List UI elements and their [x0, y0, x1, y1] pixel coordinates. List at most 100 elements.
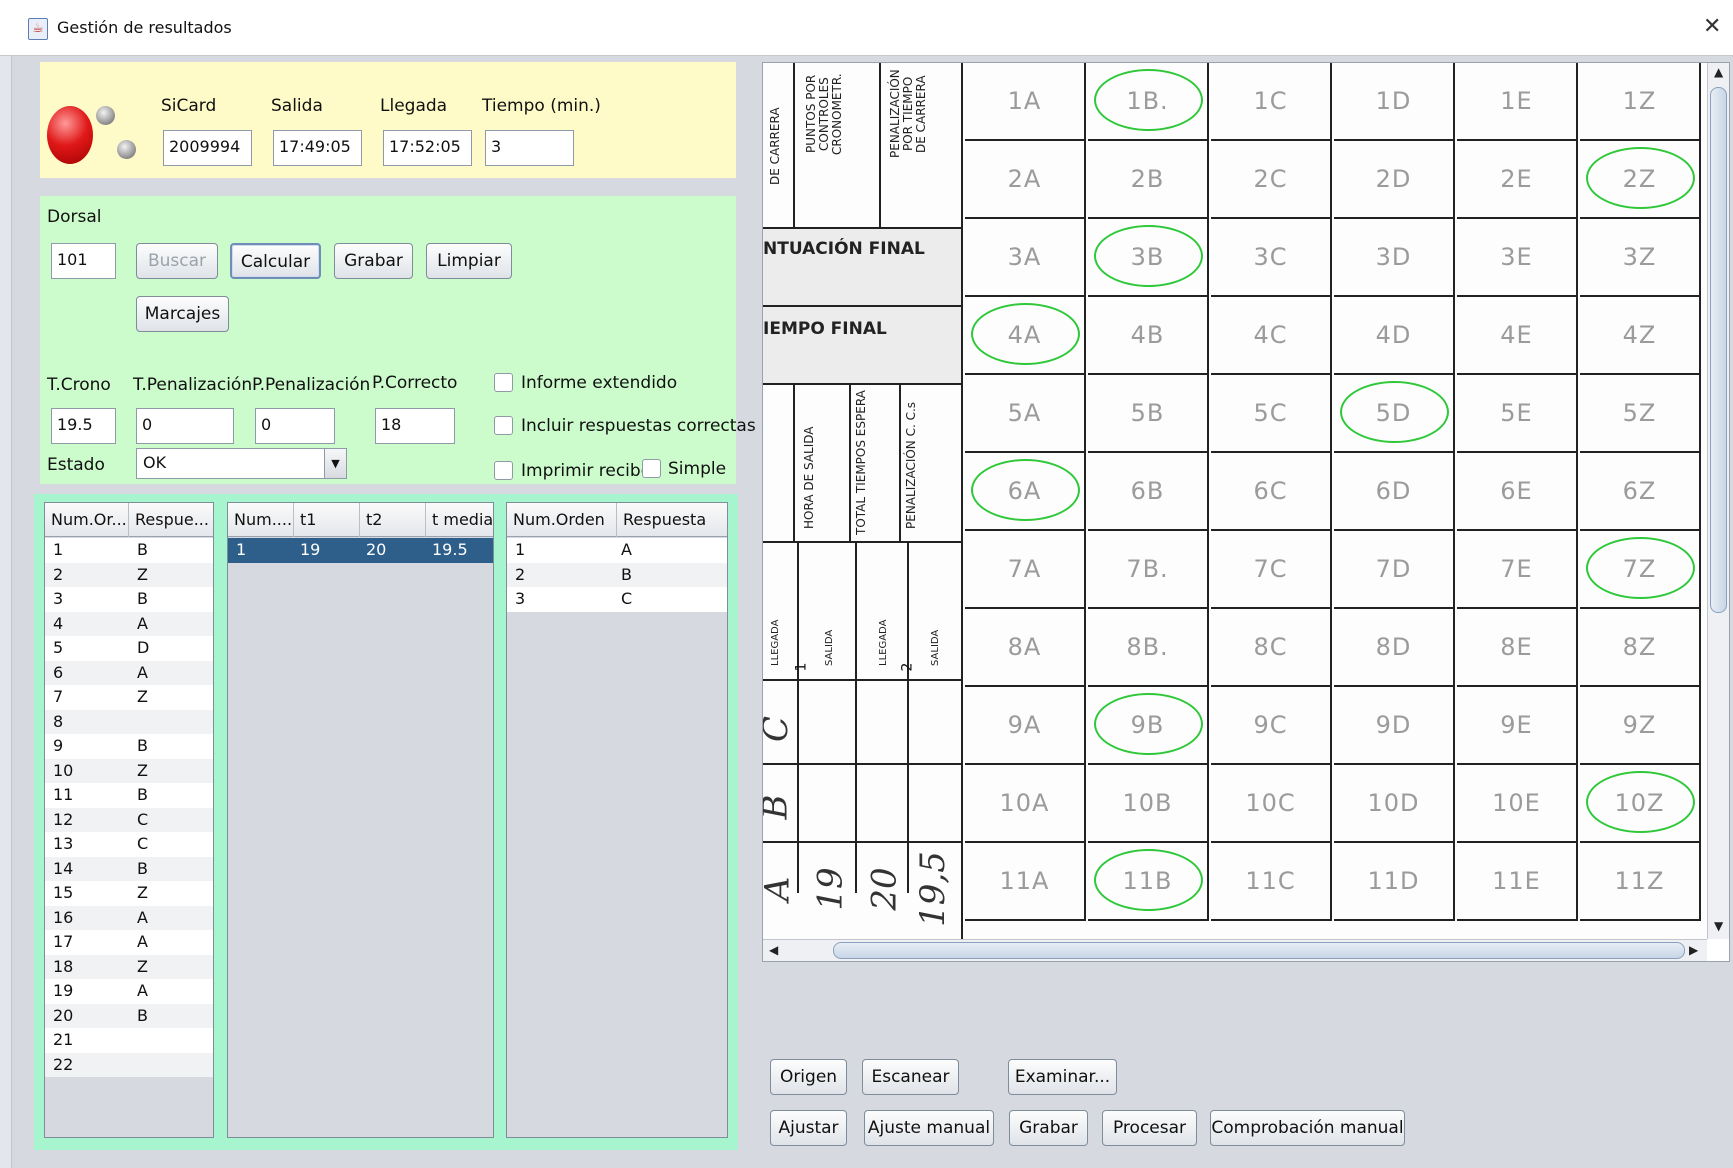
simple-checkbox[interactable] — [642, 459, 661, 478]
answer-cell: 9Z — [1580, 687, 1701, 765]
table-cell: A — [137, 981, 148, 1000]
table-row[interactable]: 11 B — [45, 783, 213, 808]
column-header[interactable]: t media — [426, 503, 493, 537]
vertical-scrollbar[interactable]: ▲ ▼ — [1707, 63, 1729, 939]
table-row[interactable]: 1 19 20 19.5 — [228, 538, 493, 563]
table-row[interactable]: 22 — [45, 1052, 213, 1077]
imprimir-checkbox[interactable] — [494, 461, 513, 480]
scroll-left-icon[interactable]: ◀ — [769, 943, 778, 957]
scroll-up-icon[interactable]: ▲ — [1714, 65, 1723, 79]
table-row[interactable]: 19 A — [45, 979, 213, 1004]
table-row[interactable]: 3B — [45, 587, 213, 612]
ajuste-manual-button[interactable]: Ajuste manual — [864, 1110, 994, 1146]
sheet-line — [793, 63, 795, 227]
table-cell: 13 — [53, 834, 74, 853]
answer-cell-label: 4D — [1375, 321, 1412, 349]
table-row[interactable]: 8 — [45, 709, 213, 734]
answer-cell-label: 2A — [1007, 165, 1042, 193]
table-row[interactable]: 15 Z — [45, 881, 213, 906]
scroll-right-icon[interactable]: ▶ — [1689, 943, 1698, 957]
table-row[interactable]: 18 Z — [45, 954, 213, 979]
table-row[interactable]: 17 A — [45, 930, 213, 955]
correct-answers-table-header: Num.Orden Respuesta — [507, 503, 727, 537]
tiempo-text: IEMPO FINAL — [763, 319, 887, 339]
detected-mark-circle — [1586, 771, 1695, 833]
column-header[interactable]: t1 — [294, 503, 360, 537]
pcorrecto-label: P.Correcto — [372, 373, 458, 393]
table-row[interactable]: 14 B — [45, 856, 213, 881]
table-cell: 3 — [515, 589, 526, 608]
table-row[interactable]: 5D — [45, 636, 213, 661]
vertical-scroll-thumb[interactable] — [1710, 87, 1727, 613]
answer-cell: 6D — [1334, 453, 1455, 531]
column-header[interactable]: Num.Or... — [45, 503, 129, 537]
estado-select[interactable]: OK ▼ — [136, 448, 347, 479]
table-row[interactable]: 6A — [45, 660, 213, 685]
scroll-down-icon[interactable]: ▼ — [1714, 919, 1723, 933]
tcrono-field[interactable]: 19.5 — [51, 408, 116, 444]
table-row[interactable]: 20 B — [45, 1003, 213, 1028]
table-row[interactable]: 21 — [45, 1028, 213, 1053]
answers-rows: 1 B 2 Z 3 B 4 A 5 D 6 A 7 Z 8 9 B 10 Z 11 B 12 C 13 C 14 B 15 Z 16 A 17… — [45, 538, 213, 1077]
handwritten-a: A — [763, 877, 797, 902]
table-row[interactable]: 13 C — [45, 832, 213, 857]
informe-checkbox[interactable] — [494, 373, 513, 392]
answer-cell-label: 9E — [1500, 711, 1533, 739]
table-row[interactable]: 10 Z — [45, 758, 213, 783]
answer-cell: 10D — [1334, 765, 1455, 843]
origen-button[interactable]: Origen — [770, 1059, 847, 1095]
chevron-down-icon[interactable]: ▼ — [324, 449, 346, 478]
table-row[interactable]: 3C — [507, 587, 727, 612]
table-row[interactable]: 2B — [507, 562, 727, 587]
table-cell: 15 — [53, 883, 74, 902]
column-header[interactable]: Num.... — [228, 503, 294, 537]
tpenalizacion-field[interactable]: 0 — [136, 408, 234, 444]
horizontal-scrollbar[interactable]: ◀ ▶ — [763, 939, 1707, 961]
calcular-button[interactable]: Calcular — [230, 243, 321, 279]
table-row[interactable]: 16 A — [45, 905, 213, 930]
table-row[interactable]: 12 C — [45, 807, 213, 832]
horizontal-scroll-thumb[interactable] — [833, 942, 1685, 959]
sicard-field[interactable]: 2009994 — [163, 130, 252, 166]
buscar-button[interactable]: Buscar — [136, 243, 218, 279]
answer-cell: 3Z — [1580, 219, 1701, 297]
column-header[interactable]: Respue... — [129, 503, 213, 537]
answer-cell-label: 9D — [1375, 711, 1412, 739]
answer-cell-label: 9C — [1253, 711, 1288, 739]
close-icon[interactable]: ✕ — [1703, 14, 1721, 39]
ppenalizacion-field[interactable]: 0 — [255, 408, 335, 444]
table-cell: 10 — [53, 760, 74, 780]
ajustar-button[interactable]: Ajustar — [770, 1110, 847, 1146]
answer-cell: 8B. — [1088, 609, 1209, 687]
table-row[interactable]: 7Z — [45, 685, 213, 710]
procesar-button[interactable]: Procesar — [1102, 1110, 1197, 1146]
answer-cell: 10Z — [1580, 765, 1701, 843]
answer-cell-label: 8D — [1375, 633, 1412, 661]
examinar-button[interactable]: Examinar... — [1008, 1059, 1117, 1095]
tiempo-field[interactable]: 3 — [485, 130, 574, 166]
grabar-bottom-button[interactable]: Grabar — [1009, 1110, 1088, 1146]
column-header[interactable]: Respuesta — [617, 503, 727, 537]
incluir-checkbox[interactable] — [494, 416, 513, 435]
grabar-button[interactable]: Grabar — [334, 243, 413, 279]
answer-cell-label: 11A — [999, 867, 1050, 895]
table-row[interactable]: 2Z — [45, 562, 213, 587]
times-table: Num.... t1 t2 t media 1 19 20 19.5 — [227, 502, 494, 1138]
table-row[interactable]: 9B — [45, 734, 213, 759]
table-cell: 12 — [53, 809, 74, 829]
salida-field[interactable]: 17:49:05 — [273, 130, 362, 166]
limpiar-button[interactable]: Limpiar — [426, 243, 512, 279]
table-row[interactable]: 1A — [507, 538, 727, 563]
column-header[interactable]: t2 — [360, 503, 426, 537]
table-row[interactable]: 4A — [45, 611, 213, 636]
dorsal-field[interactable]: 101 — [51, 243, 116, 279]
escanear-button[interactable]: Escanear — [862, 1059, 959, 1095]
comprobacion-manual-button[interactable]: Comprobación manual — [1210, 1110, 1405, 1146]
scan-viewer[interactable]: DE CARRERA PUNTOS POR CONTROLES CRONOMET… — [762, 62, 1730, 962]
marcajes-button[interactable]: Marcajes — [136, 296, 229, 332]
pcorrecto-field[interactable]: 18 — [375, 408, 455, 444]
column-header[interactable]: Num.Orden — [507, 503, 617, 537]
salida2-text: SALIDA — [930, 629, 941, 667]
table-row[interactable]: 1B — [45, 538, 213, 563]
llegada-field[interactable]: 17:52:05 — [383, 130, 472, 166]
